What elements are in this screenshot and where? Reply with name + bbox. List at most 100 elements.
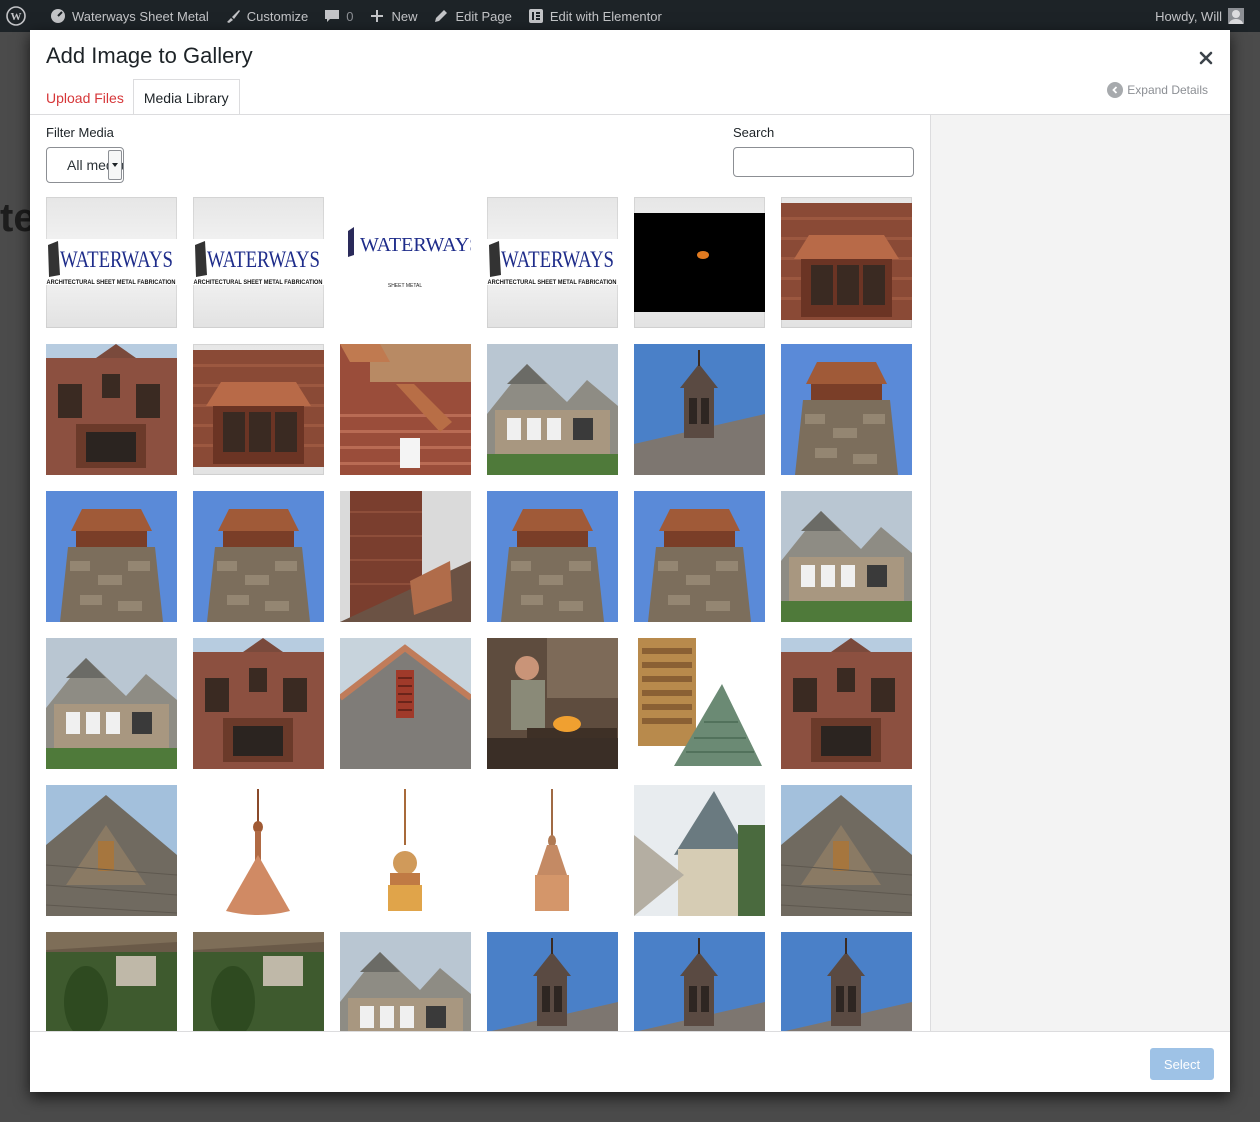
attachment-thumbnail[interactable]: WATERWAYS SHEET METAL [340, 197, 471, 328]
admin-bar-customize[interactable]: Customize [217, 0, 316, 32]
wordpress-logo-icon[interactable]: W [0, 0, 42, 32]
attachment-thumbnail[interactable] [46, 491, 177, 622]
attachment-thumbnail[interactable] [487, 932, 618, 1031]
attachment-thumbnail[interactable] [634, 491, 765, 622]
edit-page-label: Edit Page [455, 8, 512, 24]
tab-media-library[interactable]: Media Library [132, 79, 240, 115]
attachment-thumbnail[interactable] [193, 932, 324, 1031]
media-modal: Add Image to Gallery Upload Files Media … [30, 30, 1230, 1092]
filter-media-select[interactable]: All media items [46, 147, 124, 183]
thumbnail-image [487, 344, 618, 475]
attachment-thumbnail[interactable]: WATERWAYS ARCHITECTURAL SHEET METAL FABR… [193, 197, 324, 328]
thumbnail-image [634, 491, 765, 622]
admin-bar-comments[interactable]: 0 [316, 0, 361, 32]
filter-media-label: Filter Media [46, 125, 114, 140]
thumbnail-image [193, 785, 324, 916]
attachment-thumbnail[interactable] [340, 638, 471, 769]
admin-bar-site-name[interactable]: Waterways Sheet Metal [42, 0, 217, 32]
attachment-thumbnail[interactable] [46, 638, 177, 769]
admin-bar: W Waterways Sheet Metal Customize 0 New … [0, 0, 1260, 32]
thumbnail-image [634, 213, 765, 312]
expand-details-label: Expand Details [1127, 83, 1208, 97]
media-toolbar: Select [30, 1031, 1230, 1092]
site-name-label: Waterways Sheet Metal [72, 8, 209, 24]
attachment-thumbnail[interactable] [340, 785, 471, 916]
tab-upload-files[interactable]: Upload Files [38, 79, 132, 115]
thumbnail-image [487, 638, 618, 769]
chevron-left-icon [1107, 82, 1124, 98]
elementor-icon [528, 9, 543, 23]
thumbnail-image [634, 638, 765, 769]
plus-icon [371, 10, 384, 22]
attachment-thumbnail[interactable] [46, 344, 177, 475]
svg-text:W: W [11, 11, 22, 23]
thumbnail-image [193, 350, 324, 467]
select-button[interactable]: Select [1150, 1048, 1214, 1080]
thumbnail-image [487, 785, 618, 916]
admin-bar-edit-page[interactable]: Edit Page [425, 0, 519, 32]
attachment-thumbnail[interactable] [46, 785, 177, 916]
howdy-label: Howdy, Will [1155, 8, 1222, 24]
logo-tagline-text: ARCHITECTURAL SHEET METAL FABRICATION [194, 279, 323, 286]
thumbnail-image: WATERWAYS ARCHITECTURAL SHEET METAL FABR… [193, 239, 324, 286]
attachment-thumbnail[interactable] [340, 344, 471, 475]
logo-brand-text: WATERWAYS [207, 247, 320, 272]
logo-tagline-text: ARCHITECTURAL SHEET METAL FABRICATION [488, 279, 617, 286]
thumbnail-image [340, 932, 471, 1031]
logo-brand-text: WATERWAYS [60, 247, 173, 272]
attachment-thumbnail[interactable] [634, 932, 765, 1031]
thumbnail-image [46, 638, 177, 769]
close-icon [1199, 51, 1213, 65]
attachment-thumbnail[interactable] [193, 785, 324, 916]
close-button[interactable] [1194, 46, 1218, 70]
customize-label: Customize [246, 8, 309, 24]
avatar [1228, 8, 1244, 24]
attachment-thumbnail[interactable] [193, 344, 324, 475]
thumbnail-image [781, 638, 912, 769]
attachment-thumbnail[interactable] [487, 638, 618, 769]
attachment-thumbnail[interactable] [634, 344, 765, 475]
thumbnail-image [340, 491, 471, 622]
attachment-thumbnail[interactable] [487, 344, 618, 475]
attachment-thumbnail[interactable]: WATERWAYS ARCHITECTURAL SHEET METAL FABR… [46, 197, 177, 328]
thumbnail-image [781, 785, 912, 916]
modal-title: Add Image to Gallery [46, 43, 253, 68]
logo-tagline-text: SHEET METAL [388, 283, 422, 289]
admin-bar-new[interactable]: New [361, 0, 425, 32]
attachment-thumbnail[interactable] [781, 932, 912, 1031]
comments-count: 0 [346, 8, 354, 24]
brush-icon [226, 10, 240, 23]
attachment-thumbnail[interactable] [193, 491, 324, 622]
attachments-grid: WATERWAYS ARCHITECTURAL SHEET METAL FABR… [46, 197, 916, 1031]
thumbnail-image [634, 932, 765, 1031]
attachment-thumbnail[interactable] [487, 491, 618, 622]
attachment-thumbnail[interactable] [781, 344, 912, 475]
thumbnail-image: WATERWAYS SHEET METAL [340, 197, 471, 328]
admin-bar-edit-elementor[interactable]: Edit with Elementor [520, 0, 670, 32]
attachment-thumbnail[interactable] [634, 785, 765, 916]
attachment-thumbnail[interactable] [193, 638, 324, 769]
thumbnail-image [634, 344, 765, 475]
attachment-thumbnail[interactable]: WATERWAYS ARCHITECTURAL SHEET METAL FABR… [487, 197, 618, 328]
edit-elementor-label: Edit with Elementor [549, 8, 662, 24]
attachment-details-sidebar [930, 114, 1230, 1032]
attachment-thumbnail[interactable] [340, 491, 471, 622]
logo-brand-text: WATERWAYS [360, 234, 471, 256]
search-input[interactable] [733, 147, 914, 177]
attachment-thumbnail[interactable] [781, 638, 912, 769]
attachment-thumbnail[interactable] [634, 638, 765, 769]
attachment-thumbnail[interactable] [46, 932, 177, 1031]
attachment-thumbnail[interactable] [487, 785, 618, 916]
pencil-icon [435, 10, 448, 22]
thumbnail-image [781, 491, 912, 622]
thumbnail-image [193, 638, 324, 769]
thumbnail-image [193, 932, 324, 1031]
attachment-thumbnail[interactable] [634, 197, 765, 328]
attachment-thumbnail[interactable] [340, 932, 471, 1031]
expand-details-button[interactable]: Expand Details [1107, 82, 1208, 98]
attachment-thumbnail[interactable] [781, 785, 912, 916]
new-label: New [391, 8, 418, 24]
attachment-thumbnail[interactable] [781, 197, 912, 328]
admin-bar-account[interactable]: Howdy, Will [1147, 0, 1260, 32]
attachment-thumbnail[interactable] [781, 491, 912, 622]
